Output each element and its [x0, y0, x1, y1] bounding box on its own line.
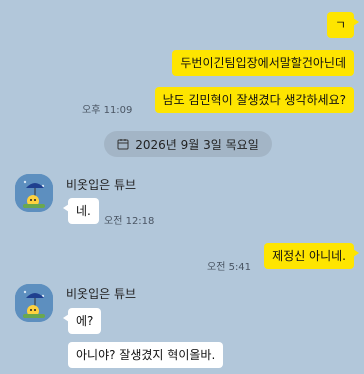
message-text: 제정신 아니네.: [272, 249, 346, 263]
outgoing-message[interactable]: ㄱ: [326, 12, 360, 38]
message-time: 오전 5:41: [207, 262, 252, 273]
message-text: ㄱ: [334, 18, 346, 32]
message-text: 두번이긴팀입장에서말할건아닌데: [180, 56, 346, 70]
outgoing-message[interactable]: 두번이긴팀입장에서말할건아닌데: [172, 50, 354, 76]
avatar[interactable]: [15, 174, 53, 212]
message-time: 오후 11:09: [82, 105, 133, 116]
tube-raincoat-avatar-icon: [15, 284, 53, 322]
message-text: 에?: [76, 314, 94, 328]
sender-name: 비옷입은 튜브: [66, 287, 137, 301]
message-text: 아니야? 잘생겼지 혁이올바.: [76, 348, 216, 362]
calendar-icon: [117, 139, 129, 150]
message-text: 남도 김민혁이 잘생겼다 생각하세요?: [162, 93, 346, 107]
sender-name: 비옷입은 튜브: [66, 178, 137, 192]
message-time: 오전 12:18: [104, 216, 155, 227]
avatar[interactable]: [15, 284, 53, 322]
tube-raincoat-avatar-icon: [15, 174, 53, 212]
outgoing-message[interactable]: 제정신 아니네.: [264, 243, 359, 269]
incoming-message[interactable]: 아니야? 잘생겼지 혁이올바.: [68, 342, 224, 368]
incoming-message[interactable]: 네.: [63, 198, 99, 224]
outgoing-message[interactable]: 남도 김민혁이 잘생겼다 생각하세요?: [154, 87, 354, 113]
message-text: 네.: [76, 204, 91, 218]
date-divider: 2026년 9월 3일 목요일: [104, 131, 272, 157]
incoming-message[interactable]: 에?: [62, 308, 102, 334]
date-text: 2026년 9월 3일 목요일: [135, 137, 259, 152]
